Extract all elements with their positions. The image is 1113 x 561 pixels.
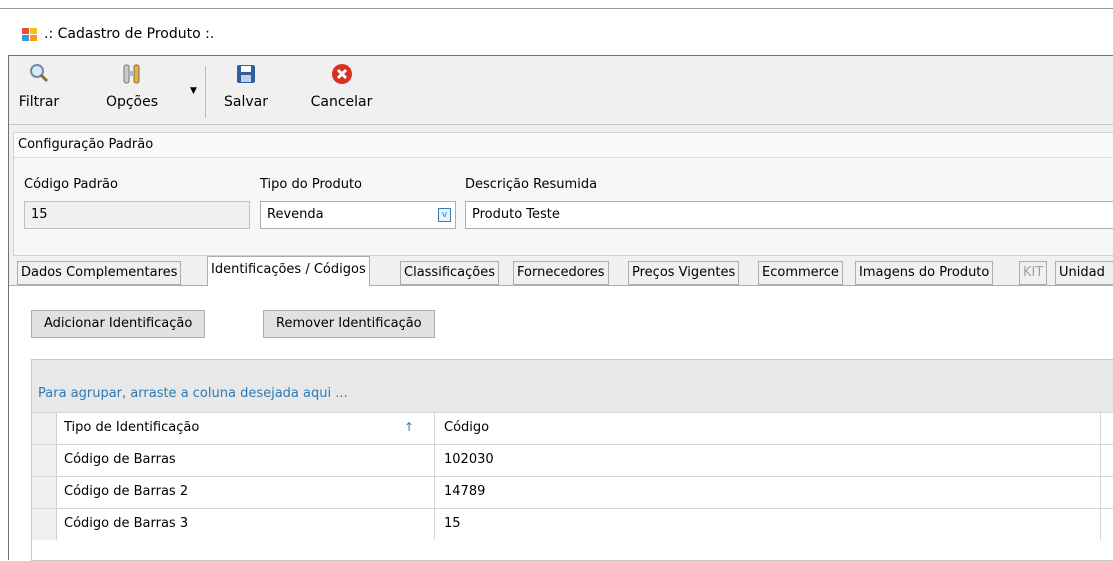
tipo-label: Tipo do Produto xyxy=(260,177,362,192)
salvar-button[interactable]: Salvar xyxy=(221,60,271,120)
tab-unidades[interactable]: Unidad xyxy=(1055,261,1113,285)
cell-tipo[interactable]: Código de Barras 3 xyxy=(56,509,435,540)
tab-imagens-produto[interactable]: Imagens do Produto xyxy=(855,261,994,285)
cell-codigo[interactable]: 102030 xyxy=(436,445,1101,476)
tab-kit: KIT xyxy=(1019,261,1048,285)
descricao-label: Descrição Resumida xyxy=(465,177,598,192)
codigo-field[interactable]: 15 xyxy=(24,201,250,229)
toolbar-separator xyxy=(205,66,206,118)
opcoes-label: Opções xyxy=(105,94,159,110)
table-row[interactable]: Código de Barras 102030 xyxy=(32,444,1113,476)
salvar-label: Salvar xyxy=(224,94,268,110)
cell-codigo[interactable]: 14789 xyxy=(436,477,1101,508)
tab-panel: Adicionar Identificação Remover Identifi… xyxy=(9,285,1113,561)
column-header-tipo[interactable]: Tipo de Identificação ↑ xyxy=(56,413,435,444)
cancelar-label: Cancelar xyxy=(310,94,373,110)
tab-bar: Dados Complementares Identificações / Có… xyxy=(9,256,1113,286)
table-row[interactable]: Código de Barras 2 14789 xyxy=(32,476,1113,508)
main-window: Filtrar Opções ▼ Salvar Cancelar Configu… xyxy=(8,55,1113,561)
opcoes-button[interactable]: Opções xyxy=(87,60,177,120)
group-panel[interactable]: Para agrupar, arraste a coluna desejada … xyxy=(32,360,1113,412)
tab-classificacoes[interactable]: Classificações xyxy=(400,261,499,285)
window-title: .: Cadastro de Produto :. xyxy=(44,26,215,42)
filtrar-button[interactable]: Filtrar xyxy=(19,60,59,120)
column-header-tipo-label: Tipo de Identificação xyxy=(64,420,200,435)
tab-identificacoes[interactable]: Identificações / Códigos xyxy=(207,256,370,286)
dropdown-arrow-icon[interactable]: v xyxy=(438,208,451,222)
tipo-value: Revenda xyxy=(267,207,324,222)
row-selector-header[interactable] xyxy=(32,413,57,444)
cancelar-button[interactable]: Cancelar xyxy=(304,60,379,120)
tipo-select[interactable]: Revenda xyxy=(260,201,456,229)
save-icon xyxy=(237,65,255,83)
remove-identificacao-button[interactable]: Remover Identificação xyxy=(263,310,435,338)
toolbar: Filtrar Opções ▼ Salvar Cancelar xyxy=(9,56,1113,125)
tab-ecommerce[interactable]: Ecommerce xyxy=(758,261,843,285)
row-selector[interactable] xyxy=(32,477,57,508)
tab-fornecedores[interactable]: Fornecedores xyxy=(513,261,609,285)
config-section: Configuração Padrão Código Padrão 15 Tip… xyxy=(13,132,1113,256)
tab-precos-vigentes[interactable]: Preços Vigentes xyxy=(628,261,740,285)
group-hint: Para agrupar, arraste a coluna desejada … xyxy=(38,386,348,401)
row-selector[interactable] xyxy=(32,509,57,540)
codigo-label: Código Padrão xyxy=(24,177,118,192)
tools-icon xyxy=(123,64,140,84)
tab-dados-complementares[interactable]: Dados Complementares xyxy=(17,261,182,285)
filtrar-label: Filtrar xyxy=(18,94,60,110)
cell-codigo[interactable]: 15 xyxy=(436,509,1101,540)
row-selector[interactable] xyxy=(32,445,57,476)
config-header: Configuração Padrão xyxy=(14,133,1113,158)
config-title: Configuração Padrão xyxy=(18,137,154,152)
identificacoes-grid: Para agrupar, arraste a coluna desejada … xyxy=(31,359,1113,561)
table-row[interactable]: Código de Barras 3 15 xyxy=(32,508,1113,540)
add-identificacao-button[interactable]: Adicionar Identificação xyxy=(31,310,206,338)
sort-ascending-icon: ↑ xyxy=(403,420,414,434)
cell-tipo[interactable]: Código de Barras xyxy=(56,445,435,476)
cell-tipo[interactable]: Código de Barras 2 xyxy=(56,477,435,508)
column-header-codigo[interactable]: Código xyxy=(436,413,1101,444)
grid-header-row: Tipo de Identificação ↑ Código xyxy=(32,412,1113,444)
chevron-down-icon[interactable]: ▼ xyxy=(190,86,197,96)
cancel-icon xyxy=(331,64,352,84)
magnifier-icon xyxy=(30,64,49,83)
app-icon xyxy=(22,28,37,41)
descricao-field[interactable]: Produto Teste xyxy=(465,201,1113,229)
